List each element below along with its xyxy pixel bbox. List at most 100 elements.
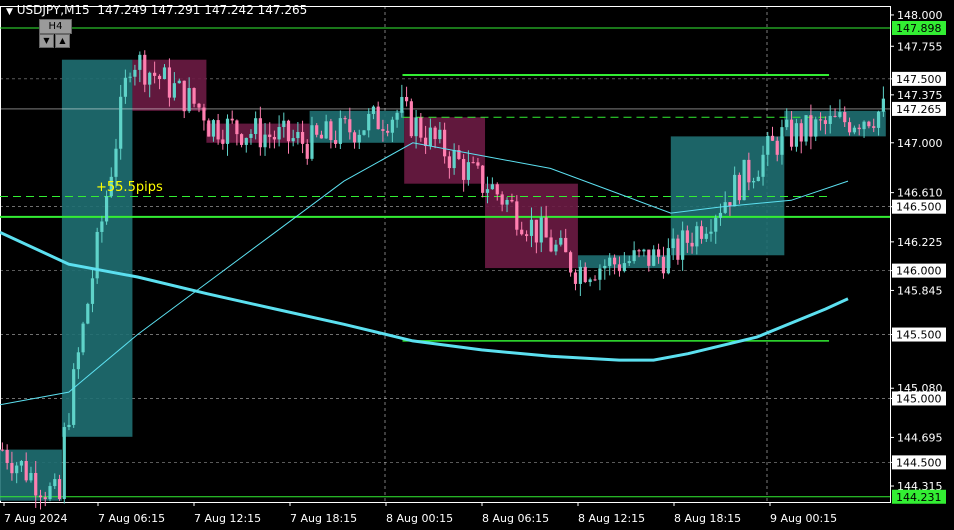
- candle-body: [182, 80, 186, 112]
- candle-body: [167, 67, 172, 98]
- candle-body: [867, 121, 871, 127]
- candle-body: [462, 158, 466, 180]
- x-tick-label: 8 Aug 18:15: [674, 512, 741, 525]
- price-box-label: 145.500: [896, 329, 942, 342]
- candle-body: [67, 424, 71, 428]
- candle-body: [490, 184, 494, 190]
- candle-body: [632, 250, 636, 262]
- candle-body: [652, 249, 656, 266]
- price-box-label: 145.000: [896, 392, 942, 405]
- candle-body: [249, 133, 253, 138]
- candle-body: [172, 83, 176, 98]
- candle-body: [766, 135, 770, 155]
- candle-body: [568, 252, 573, 273]
- candle-body: [872, 126, 876, 128]
- candle-body: [100, 221, 104, 232]
- level-label: 144.231: [896, 491, 942, 504]
- candle-body: [291, 138, 295, 142]
- candle-body: [554, 244, 558, 252]
- candle-body: [123, 77, 127, 97]
- candle-body: [857, 127, 861, 130]
- candle-body: [447, 156, 451, 169]
- candle-body: [627, 261, 631, 264]
- candle-body: [500, 194, 504, 205]
- candle-body: [598, 268, 602, 280]
- candle-body: [622, 263, 626, 272]
- candle-body: [400, 96, 404, 113]
- candle-body: [357, 134, 361, 143]
- candle-body: [714, 217, 718, 232]
- candle-body: [505, 199, 509, 205]
- candle-body: [770, 135, 775, 141]
- timeframe-up-button[interactable]: ▲: [55, 34, 70, 48]
- candle-body: [192, 88, 196, 104]
- x-tick-label: 7 Aug 06:15: [98, 512, 165, 525]
- candle-body: [608, 257, 612, 266]
- candle-body: [723, 202, 727, 213]
- candle-body: [852, 127, 856, 133]
- candle-body: [737, 174, 741, 201]
- candle-body: [690, 242, 694, 247]
- candle-body: [162, 67, 167, 80]
- candle-body: [814, 119, 818, 137]
- candle-body: [15, 465, 19, 474]
- candle-body: [202, 107, 206, 121]
- candle-body: [296, 131, 300, 139]
- candle-body: [5, 449, 9, 464]
- candle-body: [305, 143, 309, 159]
- price-chart[interactable]: +55.5pips 148.000147.755147.500147.37514…: [0, 0, 954, 530]
- candle-body: [799, 123, 803, 142]
- candle-body: [761, 154, 765, 177]
- candle-body: [809, 115, 813, 137]
- candle-body: [119, 96, 123, 149]
- candle-body: [881, 98, 885, 112]
- candle-body: [404, 96, 409, 102]
- header-caret-icon[interactable]: ▼: [6, 7, 13, 17]
- x-tick-label: 8 Aug 12:15: [578, 512, 645, 525]
- candle-body: [685, 230, 689, 243]
- h4-box: [309, 110, 405, 143]
- candle-body: [789, 119, 794, 147]
- candle-body: [48, 486, 52, 500]
- candle-body: [794, 123, 799, 147]
- candle-body: [157, 75, 162, 80]
- timeframe-box[interactable]: H4: [39, 19, 72, 34]
- candle-body: [19, 460, 24, 466]
- candle-body: [362, 130, 366, 135]
- candle-body: [804, 115, 808, 142]
- candle-body: [300, 131, 305, 144]
- candle-body: [481, 165, 485, 193]
- candle-body: [34, 472, 38, 496]
- candle-body: [381, 129, 385, 131]
- candle-body: [282, 120, 286, 128]
- timeframe-label: M15: [64, 3, 90, 17]
- candle-body: [785, 119, 789, 128]
- candle-body: [862, 121, 866, 130]
- candle-body: [671, 238, 675, 249]
- candle-body: [225, 118, 230, 144]
- candle-body: [578, 266, 582, 284]
- x-tick-label: 7 Aug 18:15: [290, 512, 357, 525]
- candle-body: [520, 229, 524, 235]
- candle-body: [0, 449, 4, 451]
- candle-body: [833, 115, 837, 117]
- price-box-label: 144.500: [896, 456, 942, 469]
- timeframe-down-button[interactable]: ▼: [39, 34, 54, 48]
- candle-body: [230, 118, 234, 121]
- level-label: 147.898: [896, 22, 942, 35]
- candle-body: [433, 127, 437, 140]
- y-tick-label: 145.845: [897, 284, 943, 297]
- y-tick-label: 144.695: [897, 431, 943, 444]
- x-tick-label: 9 Aug 00:15: [770, 512, 837, 525]
- candle-body: [666, 248, 670, 274]
- candle-body: [207, 120, 211, 137]
- candle-body: [847, 122, 852, 133]
- candle-body: [823, 120, 827, 124]
- y-tick-label: 146.610: [897, 187, 943, 200]
- candle-body: [343, 118, 347, 120]
- annotations: +55.5pips: [96, 180, 163, 195]
- candle-body: [114, 148, 118, 177]
- ohlc-values: 147.249 147.291 147.242 147.265: [97, 3, 308, 17]
- current-price-label: 147.265: [896, 103, 942, 116]
- price-box-label: 146.500: [896, 201, 942, 214]
